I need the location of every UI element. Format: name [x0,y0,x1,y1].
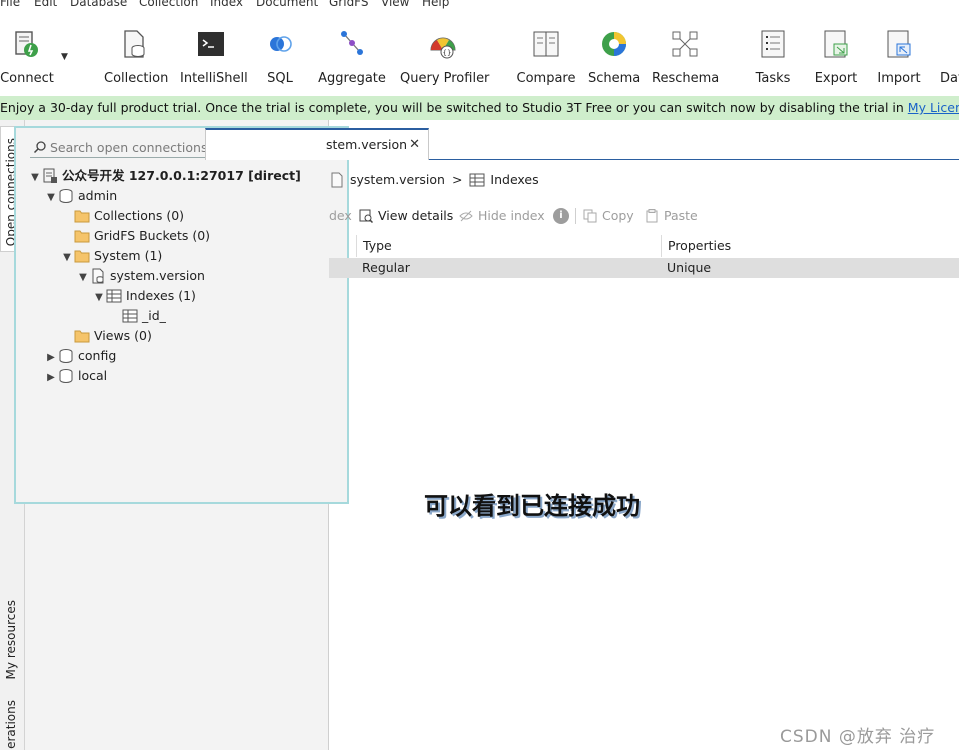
sql-button[interactable]: SQL [260,12,300,96]
tree-db-admin[interactable]: ▼ admin [44,186,117,206]
collection-icon [124,30,145,58]
view-details-icon [359,209,373,223]
connect-button[interactable]: Connect [0,12,54,96]
collection-icon [92,268,104,283]
annotation-caption: 可以看到已连接成功 [424,492,640,520]
folder-icon [74,230,90,242]
database-icon [59,348,73,363]
menu-document[interactable]: Document [256,0,318,9]
tree-indexes[interactable]: ▼ Indexes (1) [92,286,196,306]
view-details-button[interactable]: View details [359,204,453,228]
server-icon [43,168,57,183]
my-license-link[interactable]: My License [908,100,959,115]
menu-view[interactable]: View [381,0,409,9]
data-button[interactable]: Dat [936,12,959,96]
connect-dropdown-icon[interactable]: ▼ [61,52,68,62]
cell-type: Regular [362,260,410,275]
aggregate-button[interactable]: Aggregate [318,12,386,96]
profiler-gauge-icon: {} [430,37,456,59]
export-button[interactable]: Export [812,12,860,96]
eye-slash-icon [459,210,473,221]
main-toolbar: Connect ▼ Collection IntelliShell SQL Ag… [0,12,959,96]
menu-collection[interactable]: Collection [139,0,198,9]
cell-properties: Unique [667,260,712,275]
menu-help[interactable]: Help [422,0,449,9]
chevron-down-icon[interactable]: ▼ [92,288,106,308]
menu-gridfs[interactable]: GridFS [329,0,369,9]
menu-index[interactable]: Index [210,0,243,9]
search-icon [33,141,46,154]
compare-icon [533,31,559,57]
menu-file[interactable]: File [0,0,20,9]
watermark: CSDN @放弃 治疗 [780,727,936,747]
divider [575,208,576,224]
chevron-right-icon[interactable]: ▶ [44,368,58,388]
import-button[interactable]: Import [876,12,922,96]
export-icon [824,30,848,58]
folder-icon [74,250,90,262]
import-icon [887,30,911,58]
breadcrumb-indexes[interactable]: Indexes [490,172,538,187]
connect-icon [15,31,38,57]
close-icon[interactable]: ✕ [409,130,420,160]
index-action-bar: dex View details Hide index i Copy Paste [329,204,959,228]
breadcrumb: system.version > Indexes [329,168,539,192]
intellishell-button[interactable]: IntelliShell [180,12,248,96]
table-row[interactable] [329,258,959,278]
tree-db-config[interactable]: ▶ config [44,346,116,366]
tasks-button[interactable]: Tasks [750,12,796,96]
tree-index-id[interactable]: _id_ [108,306,166,326]
collection-icon [331,172,343,187]
chevron-down-icon[interactable]: ▼ [28,168,42,188]
column-header-properties[interactable]: Properties [661,235,959,257]
reschema-icon [672,31,698,57]
operations-tab[interactable]: erations [4,700,18,749]
chevron-down-icon[interactable]: ▼ [44,188,58,208]
compare-button[interactable]: Compare [516,12,576,96]
trial-banner: Enjoy a 30-day full product trial. Once … [0,96,959,120]
chevron-right-icon[interactable]: ▶ [44,348,58,368]
index-icon [122,309,138,322]
tree-db-local[interactable]: ▶ local [44,366,107,386]
hide-index-button[interactable]: Hide index [459,204,545,228]
aggregate-icon [341,31,363,55]
paste-icon [646,208,658,222]
copy-icon [583,209,597,222]
tree-connection[interactable]: ▼ 公众号开发 127.0.0.1:27017 [direct] [28,166,301,186]
tree-system-folder[interactable]: ▼ System (1) [60,246,162,266]
sql-icon [270,36,292,52]
reschema-button[interactable]: Reschema [652,12,719,96]
chevron-down-icon[interactable]: ▼ [76,268,90,288]
database-icon [59,188,73,203]
indexes-icon [469,173,485,186]
tree-gridfs-folder[interactable]: GridFS Buckets (0) [60,226,210,246]
tree-views-folder[interactable]: Views (0) [60,326,152,346]
query-profiler-button[interactable]: {} Query Profiler [400,12,489,96]
chevron-down-icon[interactable]: ▼ [60,248,74,268]
indexes-icon [106,289,122,302]
tasks-list-icon [761,30,785,58]
breadcrumb-collection[interactable]: system.version [350,172,445,187]
schema-button[interactable]: Schema [588,12,640,96]
collection-button[interactable]: Collection [104,12,168,96]
terminal-icon [198,32,224,56]
svg-text:{}: {} [443,49,452,57]
menu-database[interactable]: Database [70,0,127,9]
column-header-type[interactable]: Type [356,235,661,257]
copy-button[interactable]: Copy [583,204,634,228]
menu-edit[interactable]: Edit [34,0,57,9]
database-icon [59,368,73,383]
paste-button[interactable]: Paste [645,204,698,228]
tree-collections-folder[interactable]: Collections (0) [60,206,184,226]
menu-bar: File Edit Database Collection Index Docu… [0,0,959,12]
schema-pie-icon [602,32,626,56]
folder-icon [74,210,90,222]
my-resources-tab[interactable]: My resources [4,600,18,679]
tab-system-version[interactable]: stem.version ✕ [205,128,429,160]
info-icon[interactable]: i [553,208,569,224]
folder-icon [74,330,90,342]
partial-action[interactable]: dex [329,204,352,228]
tree-collection-system-version[interactable]: ▼ system.version [76,266,205,286]
